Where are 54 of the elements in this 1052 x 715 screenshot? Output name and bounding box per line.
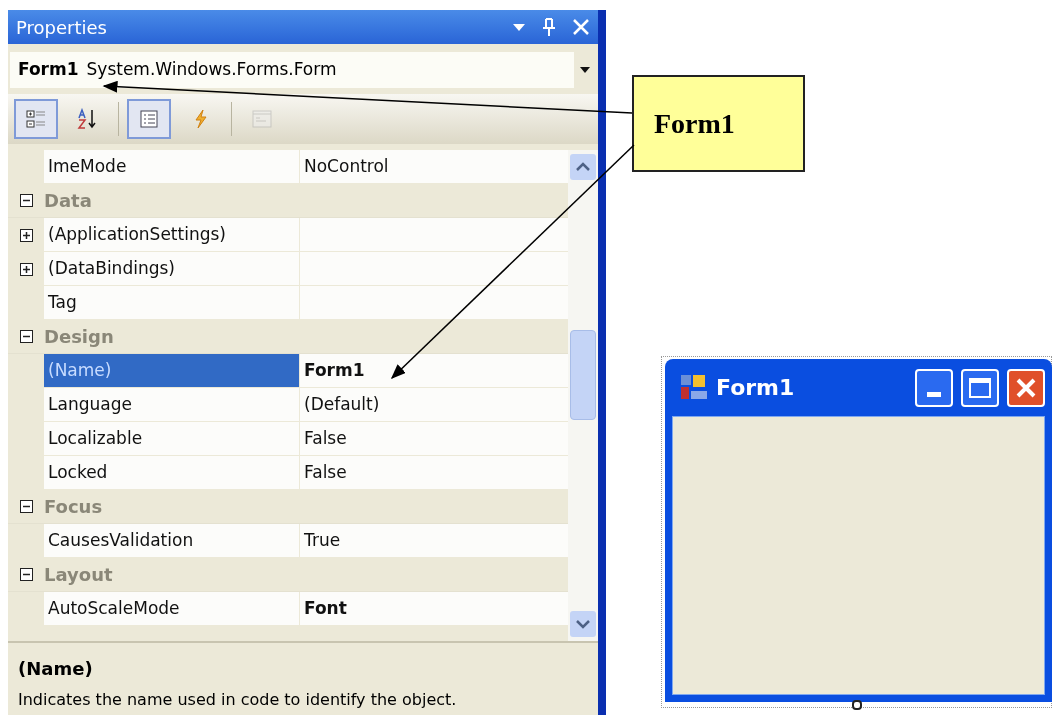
property-value[interactable]: Form1 — [300, 354, 568, 388]
sort-az-icon — [77, 108, 99, 130]
scroll-down-icon[interactable] — [570, 611, 596, 637]
resize-handle[interactable] — [852, 700, 862, 710]
category-label: Design — [44, 325, 114, 349]
collapse-icon[interactable] — [19, 500, 33, 513]
category-label: Layout — [44, 563, 113, 587]
panel-title: Properties — [16, 15, 108, 40]
pin-icon[interactable] — [542, 17, 556, 37]
maximize-icon — [969, 377, 991, 398]
property-value[interactable]: Font — [300, 592, 568, 626]
property-list-icon — [138, 108, 160, 130]
description-title: (Name) — [18, 657, 94, 681]
close-button[interactable] — [1007, 368, 1045, 407]
property-value[interactable]: NoControl — [300, 150, 568, 184]
callout-label: Form1 — [654, 106, 735, 141]
category-label: Data — [44, 189, 92, 213]
minimize-icon — [927, 391, 941, 397]
scroll-up-icon[interactable] — [570, 154, 596, 180]
property-value[interactable]: False — [300, 422, 568, 456]
close-icon — [1015, 376, 1037, 399]
property-name[interactable]: ImeMode — [44, 150, 300, 184]
scroll-thumb[interactable] — [570, 330, 596, 420]
form-title: Form1 — [716, 374, 796, 402]
minimize-button[interactable] — [915, 368, 953, 407]
property-name[interactable]: CausesValidation — [44, 524, 300, 558]
object-name: Form1 — [18, 58, 79, 82]
property-pages-icon — [251, 108, 273, 130]
property-value[interactable]: False — [300, 456, 568, 490]
category-label: Focus — [44, 495, 103, 519]
property-name[interactable]: Tag — [44, 286, 300, 320]
categorized-icon — [25, 108, 47, 130]
property-name[interactable]: (ApplicationSettings) — [44, 218, 300, 252]
property-name[interactable]: Locked — [44, 456, 300, 490]
object-type: System.Windows.Forms.Form — [86, 58, 338, 82]
property-value[interactable]: True — [300, 524, 568, 558]
property-name[interactable]: Language — [44, 388, 300, 422]
collapse-icon[interactable] — [19, 194, 33, 207]
expand-icon[interactable] — [19, 228, 33, 242]
property-name[interactable]: (Name) — [44, 354, 300, 388]
close-icon[interactable] — [572, 18, 590, 36]
scrollbar[interactable] — [568, 150, 598, 641]
property-name[interactable]: (DataBindings) — [44, 252, 300, 286]
description-text: Indicates the name used in code to identify the object. — [18, 689, 458, 711]
property-name[interactable]: AutoScaleMode — [44, 592, 300, 626]
form-icon — [680, 373, 708, 402]
dropdown-icon[interactable] — [580, 67, 590, 73]
maximize-button[interactable] — [961, 368, 999, 407]
collapse-icon[interactable] — [19, 330, 33, 343]
expand-icon[interactable] — [19, 262, 33, 276]
property-name[interactable]: Localizable — [44, 422, 300, 456]
collapse-icon[interactable] — [19, 568, 33, 581]
object-selector[interactable]: Form1 System.Windows.Forms.Form — [10, 52, 596, 88]
property-value[interactable]: (Default) — [300, 388, 568, 422]
